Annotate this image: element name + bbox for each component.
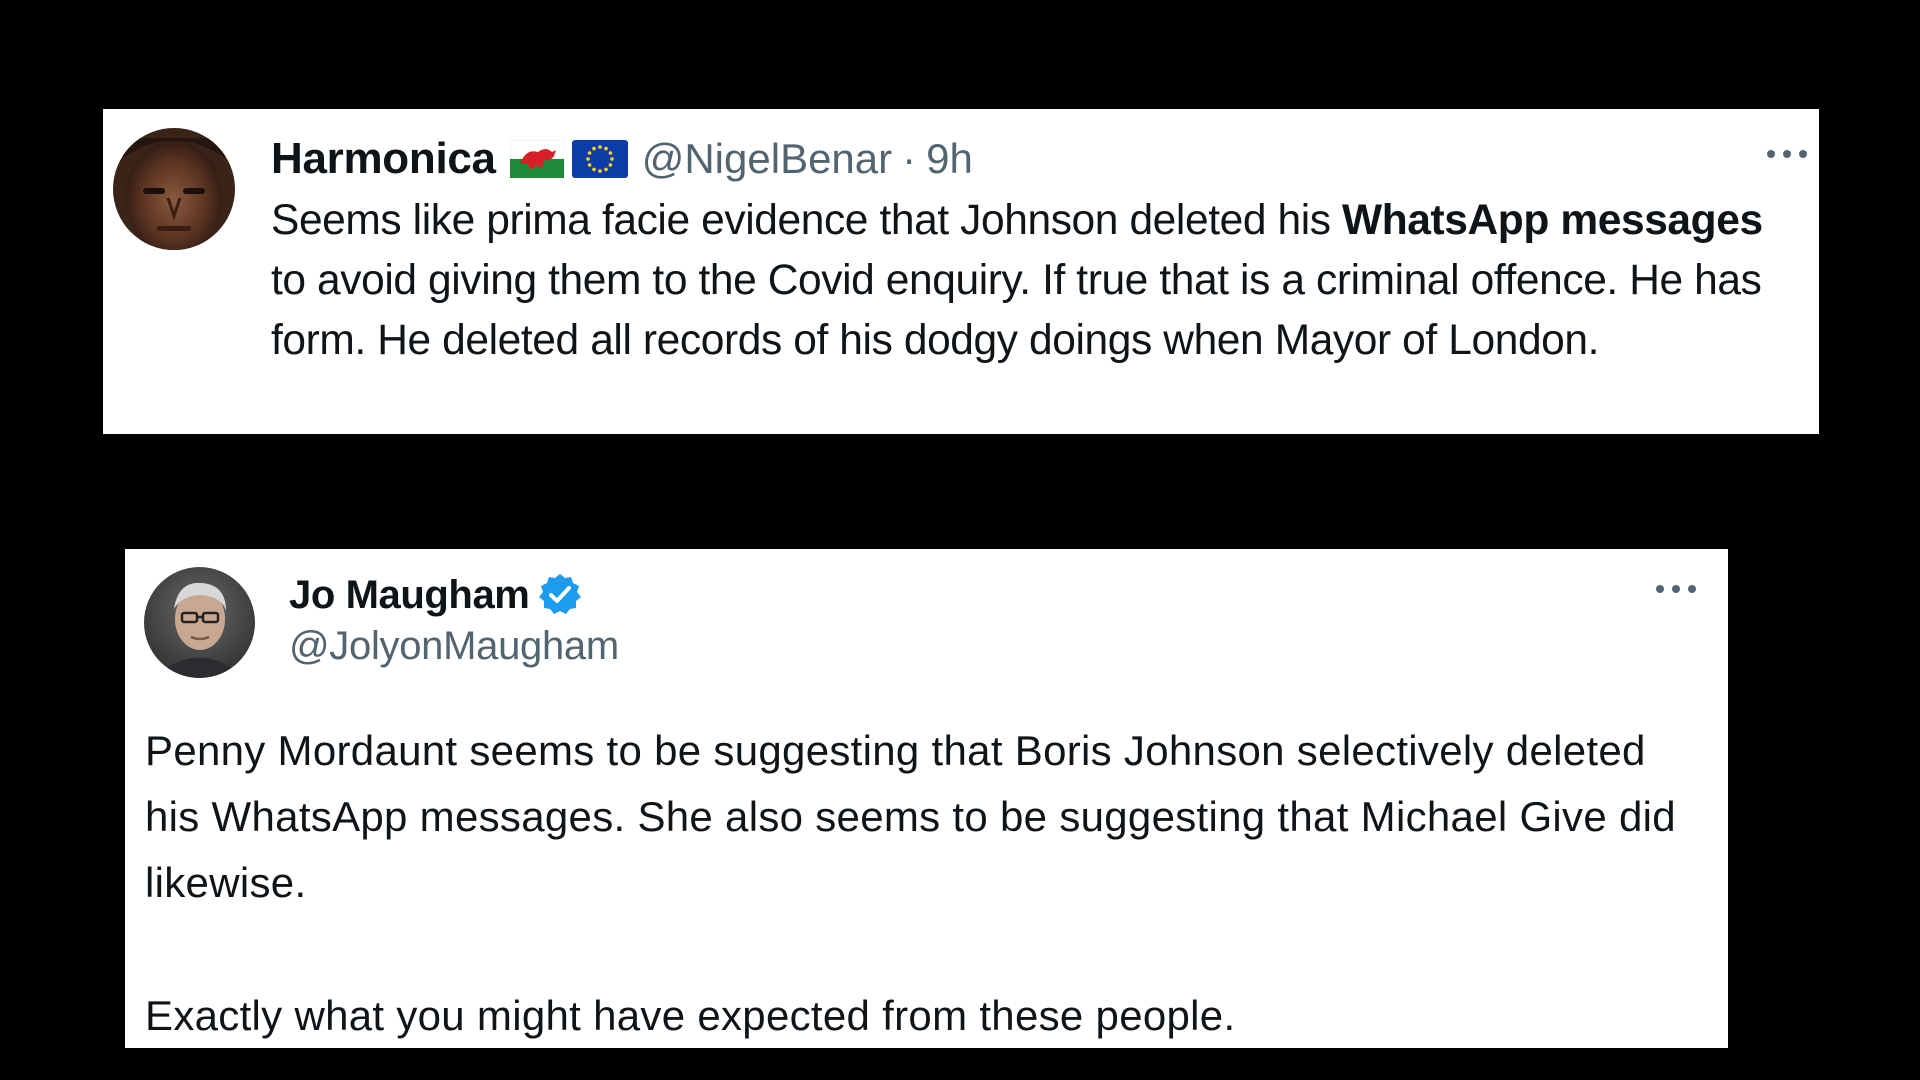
separator-dot: ·: [902, 135, 917, 182]
more-horizontal-icon[interactable]: [1652, 574, 1700, 604]
verified-badge-icon: [539, 574, 582, 614]
user-handle[interactable]: @JolyonMaugham: [289, 624, 619, 669]
flag-emojis: [509, 140, 628, 178]
display-name[interactable]: Jo Maugham: [289, 573, 530, 618]
avatar[interactable]: [144, 567, 255, 678]
tweet-text-part: Seems like prima facie evidence that Joh…: [271, 197, 1343, 244]
tweet-card-jo-maugham[interactable]: Jo Maugham @JolyonMaugham Penny Mordaunt…: [125, 549, 1728, 1048]
handle-and-time: @NigelBenar · 9h: [642, 135, 973, 183]
welsh-flag-icon: [509, 140, 564, 178]
avatar[interactable]: [113, 128, 235, 250]
name-row: Jo Maugham: [289, 567, 583, 623]
tweet-text-bold: WhatsApp messages: [1342, 197, 1763, 244]
tweet-text-part: to avoid giving them to the Covid enquir…: [271, 257, 1762, 364]
eu-flag-icon: [571, 140, 628, 178]
display-name[interactable]: Harmonica: [271, 134, 496, 184]
timestamp[interactable]: 9h: [926, 135, 973, 183]
tweet-text-paragraph-1: Penny Mordaunt seems to be suggesting th…: [145, 727, 1676, 906]
screenshot-canvas: Harmonica @NigelBenar · 9h Seems like pr…: [0, 0, 1920, 1080]
tweet-text: Seems like prima facie evidence that Joh…: [271, 191, 1791, 371]
tweet-text-paragraph-2: Exactly what you might have expected fro…: [145, 992, 1236, 1039]
more-horizontal-icon[interactable]: [1763, 139, 1811, 169]
tweet-card-harmonica[interactable]: Harmonica @NigelBenar · 9h Seems like pr…: [103, 109, 1819, 434]
tweet-header: Harmonica @NigelBenar · 9h: [271, 131, 973, 187]
user-handle[interactable]: @NigelBenar: [642, 135, 892, 183]
